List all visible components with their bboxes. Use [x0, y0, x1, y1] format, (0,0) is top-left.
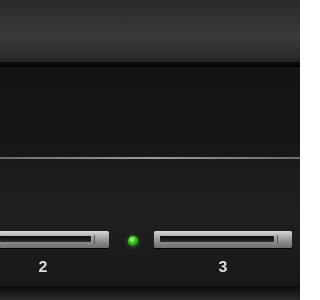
drive-bay-slot-3[interactable]	[154, 231, 292, 248]
eject-tab[interactable]	[277, 235, 288, 244]
status-led-icon	[128, 236, 138, 246]
bay-label-3: 3	[218, 259, 228, 276]
eject-tab[interactable]	[94, 235, 105, 244]
lower-front-panel	[0, 159, 300, 300]
slot-opening	[160, 236, 274, 242]
drive-bay-slot-2[interactable]	[0, 231, 109, 248]
top-lid	[0, 0, 300, 66]
slot-opening	[0, 236, 91, 242]
bottom-base	[0, 286, 300, 300]
bay-label-2: 2	[38, 259, 48, 276]
drive-enclosure: 2 3	[0, 0, 300, 300]
